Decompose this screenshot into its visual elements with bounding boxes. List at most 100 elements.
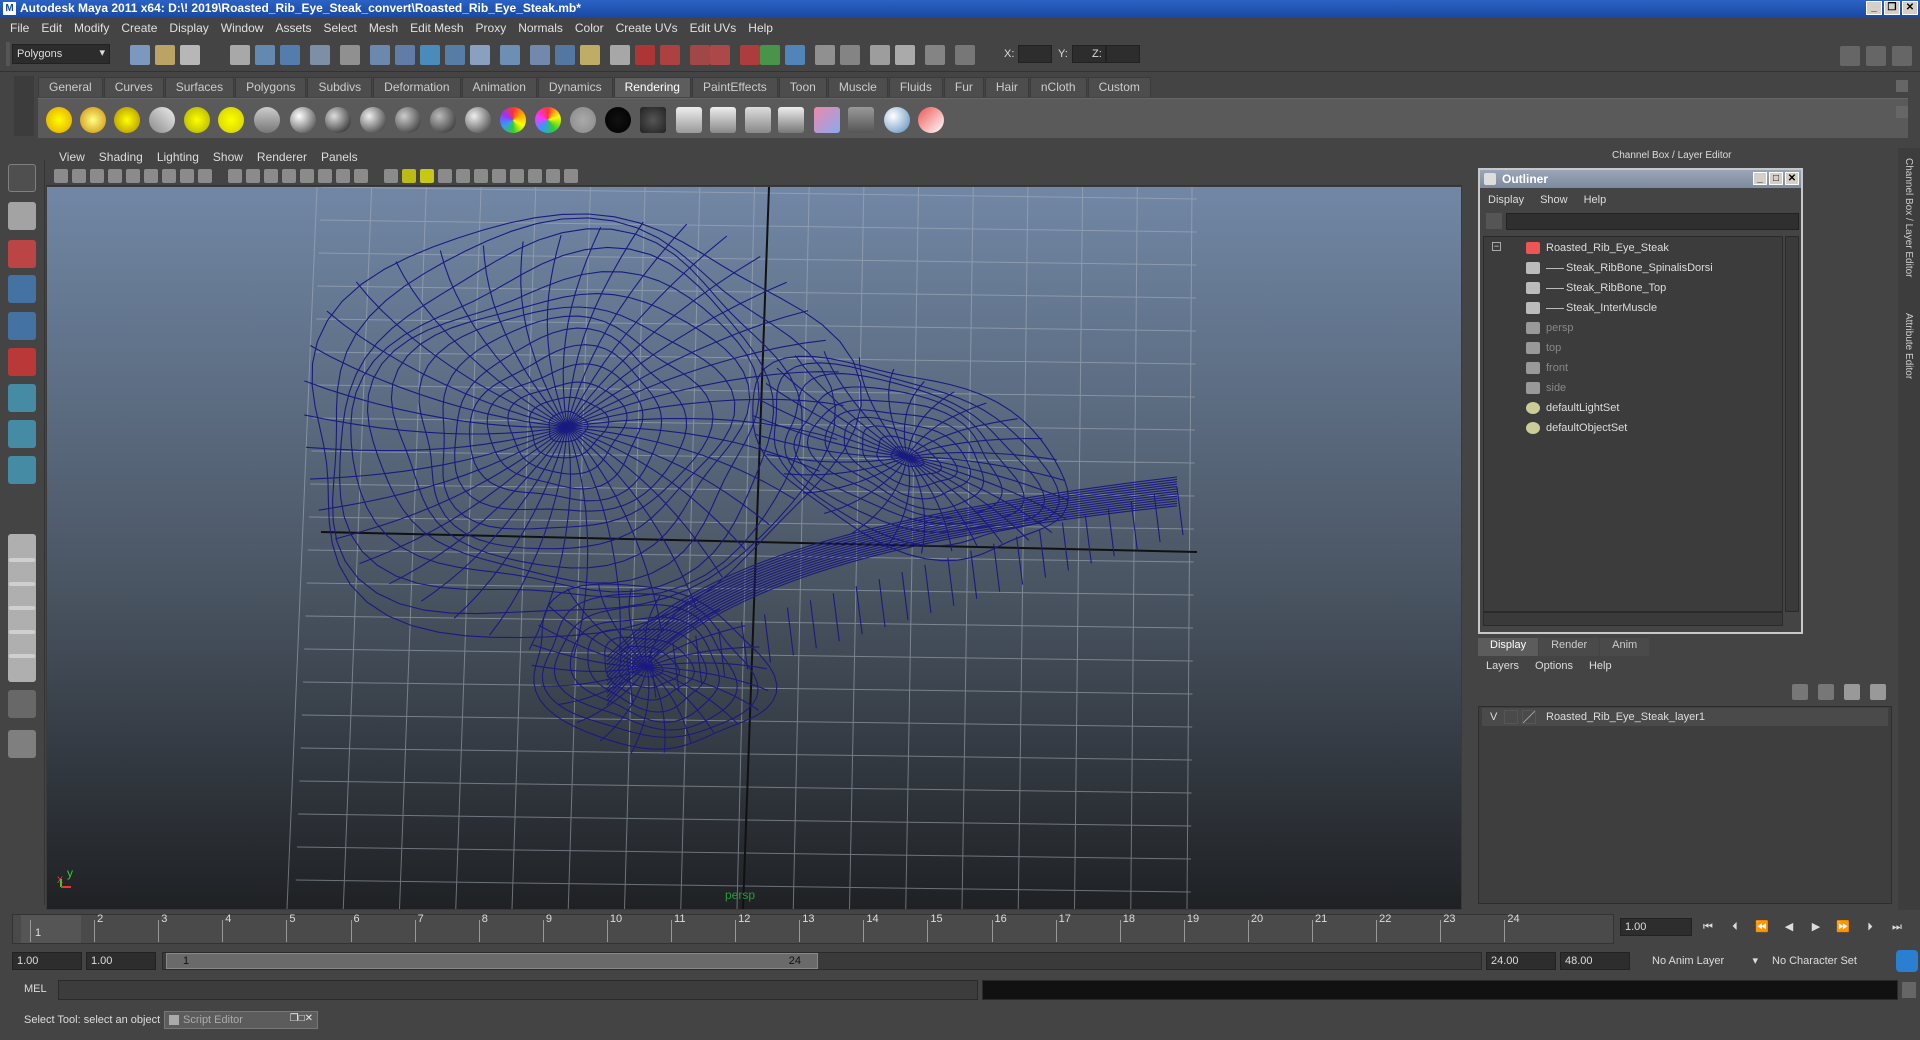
- character-set-dropdown[interactable]: No Character Set: [1768, 952, 1878, 970]
- shelf-scroll-up-icon[interactable]: [1896, 80, 1908, 92]
- layer-name[interactable]: Roasted_Rib_Eye_Steak_layer1: [1546, 708, 1705, 726]
- outliner-minimize-button[interactable]: _: [1753, 172, 1767, 185]
- layer-visibility-toggle[interactable]: V: [1490, 708, 1497, 726]
- shelf-button-18-icon[interactable]: [640, 107, 666, 133]
- outliner-menu-display[interactable]: Display: [1480, 194, 1532, 206]
- status-tool-icon-19[interactable]: [635, 45, 655, 65]
- create-layer-icon[interactable]: [1792, 684, 1808, 700]
- layer-add-selected-icon[interactable]: [1844, 684, 1860, 700]
- shelf-button-7-icon[interactable]: [254, 107, 280, 133]
- outliner-filter-icon[interactable]: [1486, 213, 1502, 229]
- shelf-button-24-icon[interactable]: [848, 107, 874, 133]
- outliner-title-bar[interactable]: Outliner _ □ ✕: [1480, 170, 1801, 188]
- shelf-button-17-icon[interactable]: [605, 107, 631, 133]
- rotate-tool-icon[interactable]: [8, 312, 36, 340]
- outliner-menu-help[interactable]: Help: [1576, 194, 1615, 206]
- menu-create[interactable]: Create: [115, 21, 163, 35]
- shelf-button-4-icon[interactable]: [149, 107, 175, 133]
- viewport-toolbar-icon-23[interactable]: [474, 169, 488, 183]
- script-editor-toggle-icon[interactable]: [1902, 982, 1916, 998]
- shelf-tab-rendering[interactable]: Rendering: [613, 77, 691, 97]
- outliner-item-front[interactable]: front: [1526, 359, 1568, 377]
- viewport-toolbar-icon-26[interactable]: [528, 169, 542, 183]
- menu-proxy[interactable]: Proxy: [470, 21, 513, 35]
- viewport-toolbar-icon-27[interactable]: [546, 169, 560, 183]
- command-input[interactable]: [58, 980, 978, 1000]
- viewport-toolbar-icon-7[interactable]: [162, 169, 176, 183]
- outliner-item-top[interactable]: top: [1526, 339, 1561, 357]
- scale-tool-icon[interactable]: [8, 348, 36, 376]
- playback-end-field[interactable]: 24.00: [1486, 952, 1556, 970]
- menu-color[interactable]: Color: [569, 21, 610, 35]
- viewport-toolbar-icon-16[interactable]: [336, 169, 350, 183]
- range-slider-handle[interactable]: 1 24: [166, 953, 818, 969]
- menu-window[interactable]: Window: [215, 21, 270, 35]
- shelf-button-21-icon[interactable]: [745, 107, 771, 133]
- shelf-button-19-icon[interactable]: [676, 107, 702, 133]
- shelf-tab-general[interactable]: General: [38, 77, 103, 97]
- shelf-button-1-icon[interactable]: [46, 107, 72, 133]
- menu-select[interactable]: Select: [317, 21, 362, 35]
- outliner-item-side[interactable]: side: [1526, 379, 1566, 397]
- paint-select-tool-icon[interactable]: [8, 240, 36, 268]
- status-tool-icon-8[interactable]: [340, 45, 360, 65]
- script-editor-tab[interactable]: Script Editor ❐□✕: [164, 1011, 318, 1029]
- status-tool-icon-3[interactable]: [180, 45, 200, 65]
- menu-assets[interactable]: Assets: [269, 21, 317, 35]
- shelf-button-11-icon[interactable]: [395, 107, 421, 133]
- script-editor-window-controls[interactable]: ❐□✕: [290, 1013, 313, 1024]
- menu-help[interactable]: Help: [742, 21, 779, 35]
- outliner-item-defaultobjectset[interactable]: defaultObjectSet: [1526, 419, 1627, 437]
- layer-remove-selected-icon[interactable]: [1870, 684, 1886, 700]
- layout-more-icon[interactable]: [8, 690, 36, 718]
- viewport-toolbar-icon-6[interactable]: [144, 169, 158, 183]
- collapse-toggle-icon[interactable]: −: [1492, 242, 1501, 251]
- shelf-tab-animation[interactable]: Animation: [461, 77, 537, 97]
- playback-start-field[interactable]: 1.00: [86, 952, 156, 970]
- status-tool-icon-4[interactable]: [230, 45, 250, 65]
- menu-mesh[interactable]: Mesh: [363, 21, 404, 35]
- status-tool-icon-25[interactable]: [785, 45, 805, 65]
- viewport-menu-lighting[interactable]: Lighting: [150, 150, 206, 164]
- outliner-menu-show[interactable]: Show: [1532, 194, 1576, 206]
- menu-file[interactable]: File: [4, 21, 35, 35]
- viewport-toolbar-icon-4[interactable]: [108, 169, 122, 183]
- menu-edit[interactable]: Edit: [35, 21, 68, 35]
- viewport-toolbar-icon-12[interactable]: [264, 169, 278, 183]
- command-language-label[interactable]: MEL: [24, 983, 47, 995]
- outliner-item-defaultlightset[interactable]: defaultLightSet: [1526, 399, 1619, 417]
- status-tool-icon-15[interactable]: [530, 45, 550, 65]
- start-time-field[interactable]: 1.00: [12, 952, 82, 970]
- viewport-toolbar-icon-13[interactable]: [282, 169, 296, 183]
- shelf-tab-painteffects[interactable]: PaintEffects: [691, 77, 778, 97]
- outliner-item-roasted-rib-eye-steak[interactable]: Roasted_Rib_Eye_Steak: [1526, 239, 1669, 257]
- shelf-button-20-icon[interactable]: [710, 107, 736, 133]
- status-tool-icon-30[interactable]: [925, 45, 945, 65]
- status-tool-icon-27[interactable]: [840, 45, 860, 65]
- anim-layer-dropdown[interactable]: No Anim Layer ▾: [1648, 952, 1760, 970]
- status-tool-icon-9[interactable]: [370, 45, 390, 65]
- outliner-maximize-button[interactable]: □: [1769, 172, 1783, 185]
- viewport-toolbar-icon-21[interactable]: [438, 169, 452, 183]
- viewport-menu-view[interactable]: View: [52, 150, 92, 164]
- viewport-toolbar-icon-5[interactable]: [126, 169, 140, 183]
- shelf-button-12-icon[interactable]: [430, 107, 456, 133]
- menu-set-dropdown[interactable]: Polygons ▾: [12, 44, 110, 64]
- create-empty-layer-icon[interactable]: [1818, 684, 1834, 700]
- layer-tab-display[interactable]: Display: [1478, 638, 1539, 656]
- attribute-editor-toggle-icon[interactable]: [1892, 46, 1912, 66]
- layer-menu-layers[interactable]: Layers: [1478, 660, 1527, 678]
- viewport-toolbar-icon-9[interactable]: [198, 169, 212, 183]
- status-tool-icon-6[interactable]: [280, 45, 300, 65]
- status-tool-icon-24[interactable]: [760, 45, 780, 65]
- snap-icon[interactable]: [8, 730, 36, 758]
- status-tool-icon-16[interactable]: [555, 45, 575, 65]
- play-backward-icon[interactable]: ◀: [1781, 920, 1797, 934]
- outliner-item-persp[interactable]: persp: [1526, 319, 1574, 337]
- side-tab-channel-box[interactable]: Channel Box / Layer Editor: [1903, 158, 1914, 278]
- status-tool-icon-5[interactable]: [255, 45, 275, 65]
- viewport-toolbar-icon-25[interactable]: [510, 169, 524, 183]
- viewport-toolbar-icon-3[interactable]: [90, 169, 104, 183]
- layer-color-swatch[interactable]: [1522, 710, 1536, 724]
- status-tool-icon-28[interactable]: [870, 45, 890, 65]
